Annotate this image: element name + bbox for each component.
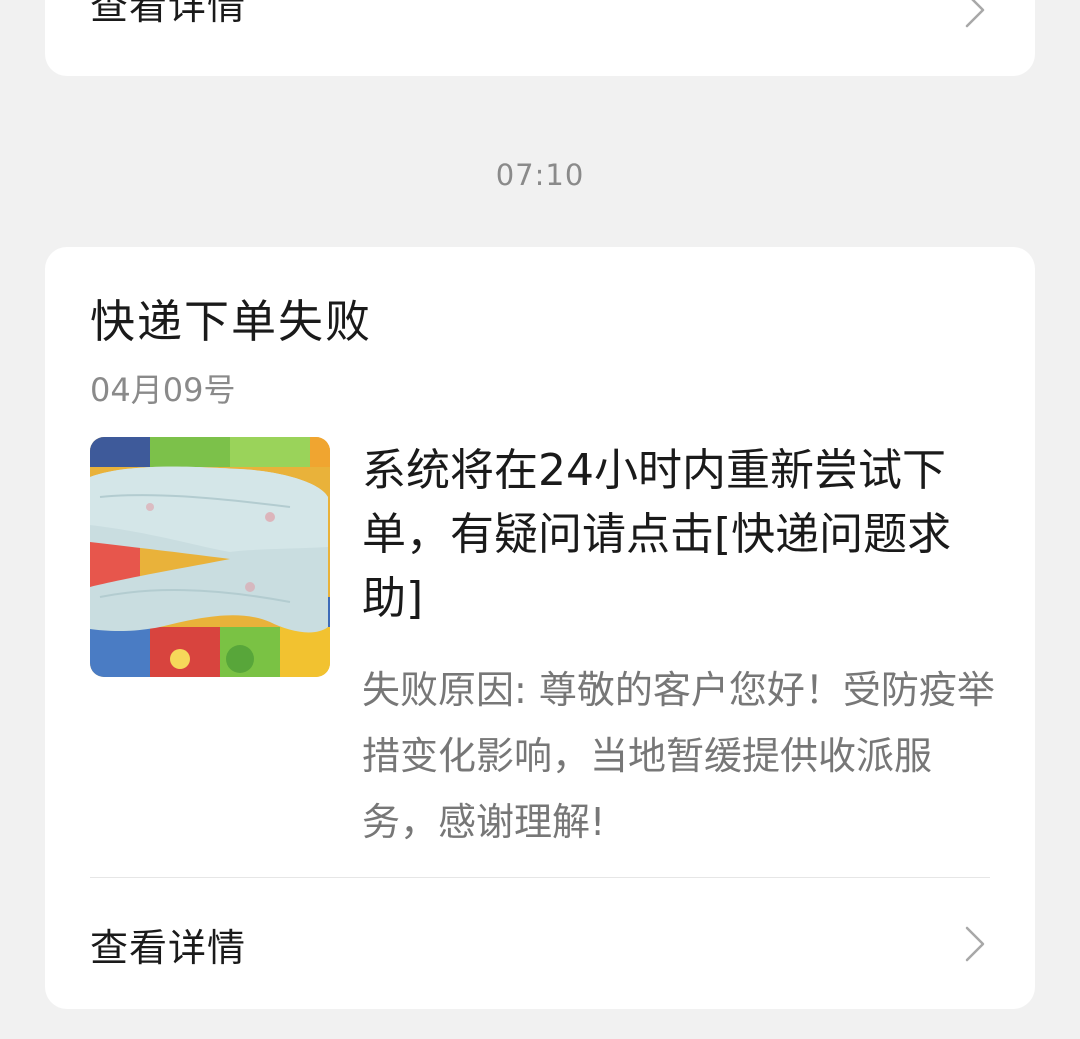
divider (90, 877, 990, 878)
notification-date: 04月09号 (90, 371, 236, 409)
notification-title: 快递下单失败 (90, 295, 373, 348)
view-details-label: 查看详情 (90, 0, 247, 28)
failure-reason: 失败原因: 尊敬的客户您好！受防疫举措变化影响，当地暂缓提供收派服务，感谢理解! (362, 668, 995, 844)
notification-card[interactable]: 快递下单失败 04月09号 系统将在24小时内重新尝试下单，有疑问请点击[快递问… (45, 247, 1035, 1009)
previous-notification-card: 查看详情 (45, 0, 1035, 76)
view-details-row[interactable]: 查看详情 (45, 889, 1035, 999)
message-timestamp: 07:10 (495, 158, 585, 192)
product-thumbnail (90, 437, 330, 677)
view-details-row[interactable]: 查看详情 (45, 0, 1035, 76)
chevron-right-icon (960, 924, 990, 964)
view-details-label: 查看详情 (90, 925, 247, 970)
chevron-right-icon (960, 0, 990, 30)
notification-headline[interactable]: 系统将在24小时内重新尝试下单，有疑问请点击[快递问题求助] (362, 439, 1002, 631)
